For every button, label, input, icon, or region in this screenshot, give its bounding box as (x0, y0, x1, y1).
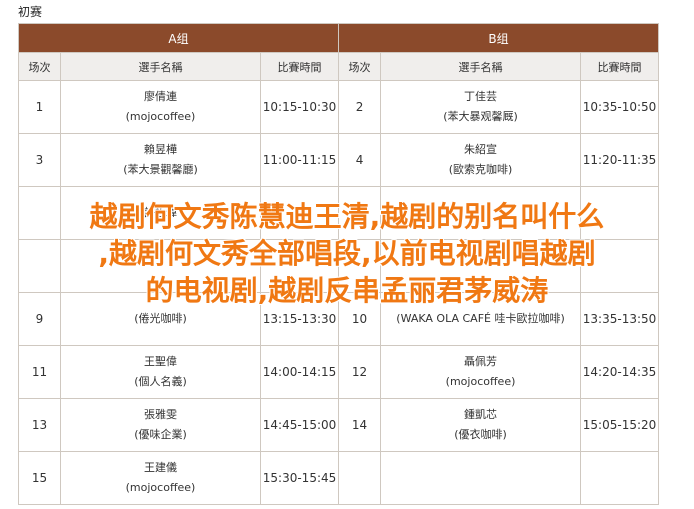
table-row: 3 賴昱樺 (苯大景觀馨廳) 11:00-11:15 4 朱紹宣 (歐索克咖啡) 1… (18, 133, 660, 187)
round-cell: 4 (338, 133, 382, 187)
group-a-header: A组 (17, 23, 340, 53)
round-cell: 12 (338, 345, 382, 399)
player-name: 聶佩芳 (464, 355, 498, 368)
time-cell: 10:15-10:30 (259, 80, 340, 134)
table-row: 11 王聖偉 (個人名義) 14:00-14:15 12 聶佩芳 (mojocoff… (18, 345, 660, 399)
player-cell (380, 451, 582, 505)
round-cell (338, 451, 382, 505)
player-name: 丁佳芸 (464, 90, 498, 103)
time-cell (580, 451, 660, 505)
round-cell: 14 (338, 398, 382, 452)
player-cell: 廖倩連 (mojocoffee) (60, 80, 261, 134)
player-name: 鍾凱芯 (464, 408, 498, 421)
time-cell: 14:45-15:00 (259, 398, 340, 452)
table-row: 15 王建儀 (mojocoffee) 15:30-15:45 (18, 451, 660, 505)
player-cell: 聶佩芳 (mojocoffee) (380, 345, 582, 399)
player-name: 賴昱樺 (144, 143, 177, 156)
player-team: (mojocoffee) (125, 110, 196, 123)
player-team: (WAKA OLA CAFÉ 哇卡歐拉咖啡) (396, 312, 565, 325)
player-cell: 丁佳芸 (苯大暴观馨厩) (380, 80, 582, 134)
player-cell: 朱紹宣 (歐索克咖啡) (380, 133, 582, 187)
player-name: 廖倩連 (144, 90, 177, 103)
time-cell: 11:00-11:15 (259, 133, 340, 187)
player-team: (mojocoffee) (445, 375, 516, 388)
time-cell: 14:00-14:15 (259, 345, 340, 399)
time-cell: 11:20-11:35 (580, 133, 660, 187)
round-cell: 3 (18, 133, 61, 187)
round-cell: 15 (18, 451, 61, 505)
watermark-overlay-text: 越剧何文秀陈慧迪王清,越剧的别名叫什么 ,越剧何文秀全部唱段,以前电视剧唱越剧 … (0, 198, 694, 309)
round-cell: 13 (18, 398, 61, 452)
col-time-b: 比賽時間 (580, 52, 660, 81)
round-cell: 2 (338, 80, 382, 134)
time-cell: 15:30-15:45 (259, 451, 340, 505)
player-cell: 張雅雯 (優味企業) (60, 398, 261, 452)
col-round-a: 场次 (18, 52, 61, 81)
overlay-line: 的电视剧,越剧反串孟丽君茅威涛 (145, 274, 549, 307)
player-name: 王聖偉 (144, 355, 177, 368)
round-cell: 11 (18, 345, 61, 399)
player-cell: 王建儀 (mojocoffee) (60, 451, 261, 505)
player-team: (優味企業) (134, 428, 187, 441)
player-name: 朱紹宣 (464, 143, 498, 156)
player-cell: 鍾凱芯 (優衣咖啡) (380, 398, 582, 452)
player-team: (歐索克咖啡) (448, 163, 513, 176)
player-cell: 王聖偉 (個人名義) (60, 345, 261, 399)
table-row: 13 張雅雯 (優味企業) 14:45-15:00 14 鍾凱芯 (優衣咖啡) 15… (18, 398, 660, 452)
round-cell: 1 (18, 80, 61, 134)
player-team: (優衣咖啡) (454, 428, 507, 441)
time-cell: 14:20-14:35 (580, 345, 660, 399)
player-name: 王建儀 (144, 461, 177, 474)
col-players-b: 選手名稱 (380, 52, 582, 81)
section-title: 初赛 (18, 5, 43, 19)
player-name: 張雅雯 (144, 408, 177, 421)
player-team: (mojocoffee) (125, 481, 196, 494)
time-cell: 10:35-10:50 (580, 80, 660, 134)
col-players-a: 選手名稱 (60, 52, 261, 81)
table-row: 1 廖倩連 (mojocoffee) 10:15-10:30 2 丁佳芸 (苯大暴观… (18, 80, 660, 134)
player-team: (個人名義) (134, 375, 187, 388)
player-team: (苯大暴观馨厩) (443, 110, 518, 123)
group-b-header: B组 (338, 23, 660, 53)
player-team: (苯大景觀馨廳) (123, 163, 198, 176)
overlay-line: ,越剧何文秀全部唱段,以前电视剧唱越剧 (98, 237, 596, 270)
col-time-a: 比賽時間 (259, 52, 340, 81)
player-team: (倦光咖啡) (134, 312, 187, 325)
overlay-line: 越剧何文秀陈慧迪王清,越剧的别名叫什么 (89, 200, 605, 233)
column-header-row: 场次 選手名稱 比賽時間 场次 選手名稱 比賽時間 (18, 52, 660, 81)
time-cell: 15:05-15:20 (580, 398, 660, 452)
group-header-row: A组 B组 (17, 23, 660, 53)
player-cell: 賴昱樺 (苯大景觀馨廳) (60, 133, 261, 187)
col-round-b: 场次 (338, 52, 382, 81)
